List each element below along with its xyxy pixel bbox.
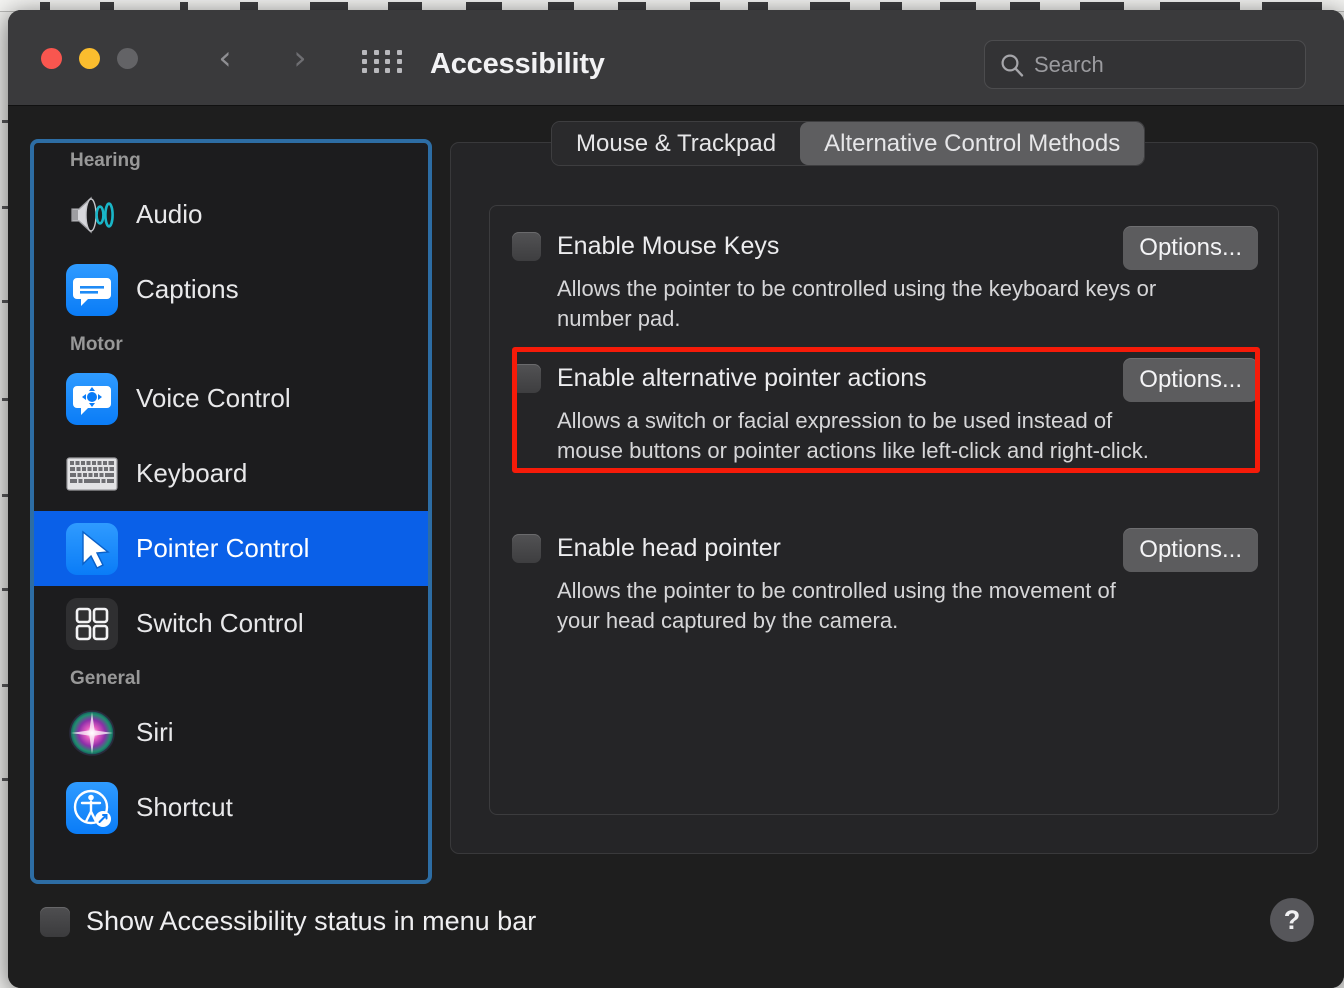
sidebar-item-label: Captions [136, 274, 239, 305]
search-placeholder: Search [1034, 52, 1104, 78]
sidebar-item-label: Audio [136, 199, 203, 230]
show-status-in-menu-bar-row[interactable]: Show Accessibility status in menu bar [40, 906, 536, 937]
enable-head-pointer-checkbox[interactable] [512, 534, 541, 563]
help-button[interactable]: ? [1270, 898, 1314, 942]
options-group-box: Enable Mouse Keys Options... Allows the … [489, 205, 1279, 815]
system-preferences-window: ‹ › Accessibility Search Hearing [8, 10, 1344, 988]
sidebar-item-label: Keyboard [136, 458, 247, 489]
option-title: Enable Mouse Keys [557, 232, 779, 261]
option-description: Allows the pointer to be controlled usin… [557, 274, 1157, 334]
page-title: Accessibility [430, 48, 605, 81]
mouse-keys-options-button[interactable]: Options... [1123, 226, 1258, 270]
tab-bar: Mouse & Trackpad Alternative Control Met… [551, 121, 1145, 166]
accessibility-shortcut-icon [66, 782, 118, 834]
tab-alternative-control-methods[interactable]: Alternative Control Methods [800, 122, 1144, 165]
close-window-button[interactable] [41, 48, 62, 69]
zoom-window-button[interactable] [117, 48, 138, 69]
sidebar-group-label-motor: Motor [34, 327, 428, 361]
option-description: Allows the pointer to be controlled usin… [557, 576, 1117, 636]
show-accessibility-status-checkbox[interactable] [40, 907, 70, 937]
all-preferences-grid-icon[interactable] [362, 50, 404, 70]
forward-chevron-icon[interactable]: › [283, 42, 317, 76]
sidebar-item-switch-control[interactable]: Switch Control [34, 586, 428, 661]
preferences-content-panel: Mouse & Trackpad Alternative Control Met… [450, 142, 1318, 854]
option-description: Allows a switch or facial expression to … [557, 406, 1157, 466]
sidebar-item-label: Pointer Control [136, 533, 309, 564]
sidebar-item-label: Voice Control [136, 383, 291, 414]
minimize-window-button[interactable] [79, 48, 100, 69]
sidebar-item-voice-control[interactable]: Voice Control [34, 361, 428, 436]
option-row-head-pointer: Enable head pointer Options... Allows th… [512, 526, 1258, 636]
pointer-control-cursor-icon [66, 523, 118, 575]
option-row-mouse-keys: Enable Mouse Keys Options... Allows the … [512, 224, 1258, 334]
sidebar-item-pointer-control[interactable]: Pointer Control [34, 511, 428, 586]
option-title: Enable alternative pointer actions [557, 364, 927, 393]
sidebar-group-label-general: General [34, 661, 428, 695]
switch-control-grid-icon [66, 598, 118, 650]
preferences-sidebar: Hearing Audio [30, 139, 432, 884]
option-row-alternative-pointer-actions: Enable alternative pointer actions Optio… [512, 356, 1258, 466]
back-chevron-icon[interactable]: ‹ [208, 42, 242, 76]
traffic-light-controls [41, 48, 138, 69]
sidebar-item-label: Shortcut [136, 792, 233, 823]
window-titlebar: ‹ › Accessibility Search [8, 10, 1344, 106]
show-accessibility-status-label: Show Accessibility status in menu bar [86, 906, 536, 937]
sidebar-group-label-hearing: Hearing [34, 143, 428, 177]
voice-control-icon [66, 373, 118, 425]
option-header: Enable alternative pointer actions Optio… [512, 356, 1258, 400]
sidebar-item-audio[interactable]: Audio [34, 177, 428, 252]
option-header: Enable head pointer Options... [512, 526, 1258, 570]
speaker-audio-icon [66, 189, 118, 241]
captions-speech-bubble-icon [66, 264, 118, 316]
option-header: Enable Mouse Keys Options... [512, 224, 1258, 268]
sidebar-item-label: Switch Control [136, 608, 304, 639]
siri-orb-icon [66, 707, 118, 759]
sidebar-item-captions[interactable]: Captions [34, 252, 428, 327]
alternative-pointer-actions-options-button[interactable]: Options... [1123, 358, 1258, 402]
enable-alternative-pointer-actions-checkbox[interactable] [512, 364, 541, 393]
search-field[interactable]: Search [984, 40, 1306, 89]
keyboard-icon [66, 454, 118, 494]
sidebar-item-siri[interactable]: Siri [34, 695, 428, 770]
sidebar-item-label: Siri [136, 717, 174, 748]
sidebar-item-keyboard[interactable]: Keyboard [34, 436, 428, 511]
window-footer: Show Accessibility status in menu bar ? [8, 884, 1344, 988]
window-body: Hearing Audio [8, 106, 1344, 988]
search-icon [999, 52, 1025, 78]
head-pointer-options-button[interactable]: Options... [1123, 528, 1258, 572]
tab-mouse-and-trackpad[interactable]: Mouse & Trackpad [552, 122, 800, 165]
sidebar-item-shortcut[interactable]: Shortcut [34, 770, 428, 845]
option-title: Enable head pointer [557, 534, 781, 563]
enable-mouse-keys-checkbox[interactable] [512, 232, 541, 261]
